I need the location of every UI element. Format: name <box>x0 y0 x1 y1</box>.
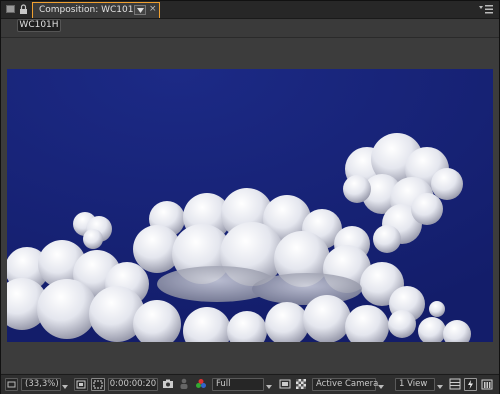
camera-dropdown[interactable]: Active Camera <box>312 378 379 391</box>
magnification-value: (33,3%) <box>25 379 59 389</box>
flowchart-icon[interactable] <box>481 378 493 391</box>
resolution-arrow-icon[interactable] <box>266 378 274 391</box>
timecode: 0:00:00:20 <box>109 379 157 389</box>
safe-zones-icon[interactable] <box>74 378 88 391</box>
transparency-grid-icon[interactable] <box>295 378 307 391</box>
composition-viewer[interactable] <box>1 38 499 373</box>
close-tab-icon[interactable]: × <box>149 4 157 14</box>
comp-mini-flowchart-icon[interactable] <box>5 378 18 391</box>
lock-icon[interactable] <box>19 4 30 15</box>
show-snapshot-icon[interactable] <box>179 378 189 391</box>
composition-panel: Composition: WC101H × WC101H (33,3%) 0:0… <box>0 0 500 394</box>
views-dropdown[interactable]: 1 View <box>395 378 435 391</box>
mask-visibility-icon[interactable] <box>91 378 105 391</box>
magnification-arrow-icon[interactable] <box>62 378 70 391</box>
toggle-view-icon[interactable] <box>449 378 461 391</box>
region-of-interest-icon[interactable] <box>279 378 291 391</box>
color-channels-icon[interactable] <box>195 378 207 391</box>
breadcrumb-comp[interactable]: WC101H <box>17 19 61 32</box>
views-value: 1 View <box>399 379 428 389</box>
resolution-value: Full <box>216 379 231 389</box>
camera-arrow-icon[interactable] <box>378 378 386 391</box>
fast-preview-icon[interactable] <box>464 378 477 391</box>
panel-menu-icon[interactable] <box>479 4 493 14</box>
panel-tab-bar: Composition: WC101H × <box>1 1 499 19</box>
breadcrumb-bar: WC101H <box>1 19 499 37</box>
composition-tab-title: Composition: WC101H <box>39 5 141 15</box>
camera-value: Active Camera <box>316 379 379 389</box>
panel-grip-icon[interactable] <box>6 5 15 13</box>
current-time-display[interactable]: 0:00:00:20 <box>108 378 158 391</box>
magnification-dropdown[interactable]: (33,3%) <box>21 378 61 391</box>
views-arrow-icon[interactable] <box>437 378 445 391</box>
resolution-dropdown[interactable]: Full <box>212 378 264 391</box>
snapshot-icon[interactable] <box>162 378 174 391</box>
viewer-toolbar: (33,3%) 0:00:00:20 Full Active Camera 1 … <box>1 374 499 394</box>
sky-clouds-image <box>7 69 493 342</box>
tab-dropdown-icon[interactable] <box>134 5 146 15</box>
composition-tab[interactable]: Composition: WC101H × <box>32 2 160 18</box>
composition-frame <box>7 69 493 342</box>
